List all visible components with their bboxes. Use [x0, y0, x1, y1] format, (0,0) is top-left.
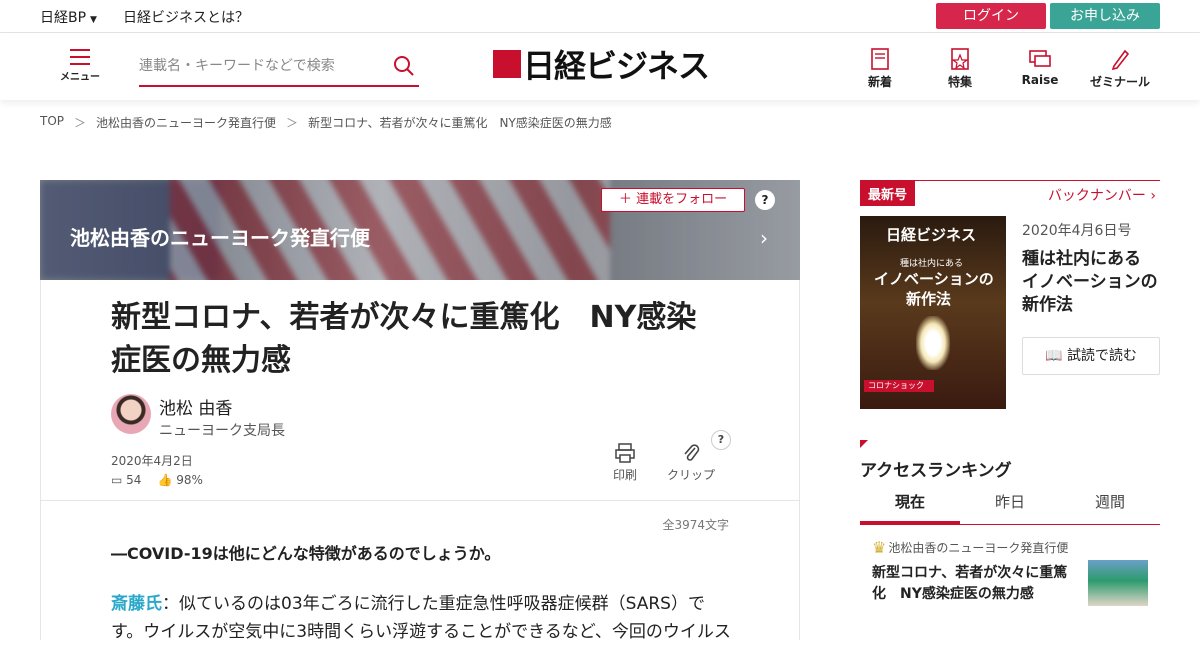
comment-count[interactable]: ▭ 54 — [111, 473, 141, 487]
cover-headline-1: イノベーションの — [874, 270, 994, 288]
follow-label: 連載をフォロー — [636, 192, 728, 207]
chevron-down-icon: ▼ — [90, 15, 97, 25]
breadcrumb-separator: ＞ — [74, 116, 87, 130]
like-rate[interactable]: 👍 98% — [157, 473, 202, 487]
article: 新型コロナ、若者が次々に重篤化 NY感染症医の無力感 池松 由香 ニューヨーク支… — [40, 280, 800, 642]
star-doc-icon — [951, 48, 969, 70]
nav-new-label: 新着 — [867, 75, 892, 89]
nav-raise-label: Raise — [1021, 73, 1059, 87]
article-meta: 2020年4月2日 ▭ 54 👍 98% — [111, 452, 203, 487]
site-header: メニュー 連載名・キーワードなどで検索 日経ビジネス 新着 特集 Raise ゼ… — [0, 33, 1200, 100]
ranking-title: アクセスランキング — [860, 461, 1012, 481]
breadcrumb-series[interactable]: 池松由香のニューヨーク発直行便 — [96, 114, 276, 131]
author-name[interactable]: 池松 由香 — [159, 394, 285, 419]
login-button[interactable]: ログイン — [936, 3, 1046, 29]
backnumber-link[interactable]: バックナンバー › — [1048, 185, 1156, 205]
menu-label: メニュー — [60, 72, 100, 83]
nav-seminar-label: ゼミナール — [1089, 75, 1150, 89]
print-button[interactable]: 印刷 — [613, 442, 637, 483]
header-nav: 新着 特集 Raise ゼミナール — [840, 47, 1160, 90]
interview-answer: 斎藤氏：似ているのは03年ごろに流行した重症急性呼吸器症候群（SARS）です。ウ… — [111, 590, 731, 646]
cover-logo: 日経ビジネス — [886, 226, 977, 244]
chevron-right-icon[interactable]: › — [760, 226, 768, 250]
logo-text: 日経ビジネス — [523, 47, 710, 85]
latest-issue-header: 最新号 バックナンバー › — [860, 180, 1160, 206]
sidebar: 最新号 バックナンバー › 日経ビジネス 種は社内にある イノベーションの 新作… — [860, 180, 1160, 606]
clip-label: クリップ — [667, 468, 716, 482]
thumbs-up-icon: 👍 — [157, 473, 177, 487]
new-doc-icon — [871, 48, 889, 70]
cover-art — [916, 316, 950, 370]
interview-question: ―COVID-19は他にどんな特徴があるのでしょうか。 — [111, 544, 501, 563]
char-count: 全3974文字 — [662, 518, 729, 532]
latest-tag: 最新号 — [860, 181, 916, 206]
speaker-name[interactable]: 斎藤氏 — [111, 594, 162, 614]
clip-help-icon[interactable]: ? — [711, 430, 731, 450]
divider — [41, 500, 799, 501]
nav-seminar[interactable]: ゼミナール — [1080, 47, 1160, 90]
nav-feature-label: 特集 — [947, 75, 972, 89]
pen-icon — [1111, 49, 1130, 71]
breadcrumb-current: 新型コロナ、若者が次々に重篤化 NY感染症医の無力感 — [308, 116, 612, 130]
about-link[interactable]: 日経ビジネスとは？ — [123, 7, 249, 27]
nav-feature[interactable]: 特集 — [920, 47, 1000, 90]
search-input[interactable]: 連載名・キーワードなどで検索 — [139, 53, 419, 79]
ranking-series: 池松由香のニューヨーク発直行便 — [888, 541, 1069, 555]
search-box[interactable]: 連載名・キーワードなどで検索 — [139, 53, 419, 87]
cover-headline-2: 新作法 — [906, 290, 952, 308]
nav-raise[interactable]: Raise — [1000, 47, 1080, 90]
author-role: ニューヨーク支局長 — [159, 423, 285, 439]
follow-series-button[interactable]: ＋ 連載をフォロー — [601, 188, 745, 212]
cover-band: コロナショック — [864, 380, 934, 392]
author-block[interactable]: 池松 由香 ニューヨーク支局長 — [111, 394, 285, 440]
chat-icon — [1029, 50, 1051, 67]
hamburger-icon — [70, 49, 90, 65]
ranking-item[interactable]: ♛ 池松由香のニューヨーク発直行便 新型コロナ、若者が次々に重篤化 NY感染症医の… — [872, 538, 1160, 606]
brand-menu[interactable]: 日経BP ▼ — [40, 7, 97, 27]
breadcrumb: TOP ＞ 池松由香のニューヨーク発直行便 ＞ 新型コロナ、若者が次々に重篤化 … — [40, 114, 612, 131]
search-icon[interactable] — [393, 55, 415, 77]
book-icon: 📖 — [1045, 348, 1067, 364]
ranking-marker — [860, 440, 868, 448]
ranking-thumbnail — [1088, 560, 1148, 606]
breadcrumb-top[interactable]: TOP — [40, 114, 64, 131]
article-title: 新型コロナ、若者が次々に重篤化 NY感染症医の無力感 — [111, 300, 697, 378]
issue-date: 2020年4月6日号 — [1022, 223, 1132, 239]
comment-icon: ▭ — [111, 473, 127, 487]
series-banner[interactable]: 池松由香のニューヨーク発直行便 ＋ 連載をフォロー ? › — [40, 180, 800, 280]
menu-button[interactable]: メニュー — [58, 49, 102, 83]
article-tools: 印刷 クリップ ? — [613, 430, 731, 483]
tab-weekly[interactable]: 週間 — [1060, 490, 1160, 524]
paperclip-icon — [684, 444, 700, 461]
answer-text: ：似ているのは03年ごろに流行した重症急性呼吸器症候群（SARS）です。ウイルス… — [111, 594, 731, 642]
top-bar: 日経BP ▼ 日経ビジネスとは？ ログイン お申し込み — [0, 0, 1200, 33]
trial-label: 試読で読む — [1066, 348, 1137, 364]
ranking-title-text: 新型コロナ、若者が次々に重篤化 NY感染症医の無力感 — [872, 565, 1068, 602]
plus-icon: ＋ — [618, 192, 637, 207]
publish-date: 2020年4月2日 — [111, 454, 193, 468]
avatar — [111, 394, 151, 434]
magazine-cover[interactable]: 日経ビジネス 種は社内にある イノベーションの 新作法 コロナショック — [860, 216, 1006, 409]
tab-yesterday[interactable]: 昨日 — [960, 490, 1060, 524]
tab-current[interactable]: 現在 — [860, 490, 960, 524]
site-logo[interactable]: 日経ビジネス — [493, 46, 710, 85]
print-label: 印刷 — [613, 468, 638, 482]
ranking-tabs: 現在 昨日 週間 — [860, 490, 1160, 525]
trial-read-button[interactable]: 📖 試読で読む — [1022, 337, 1160, 375]
apply-button[interactable]: お申し込み — [1050, 3, 1160, 29]
nav-new[interactable]: 新着 — [840, 47, 920, 90]
printer-icon — [615, 443, 635, 463]
issue-title[interactable]: 種は社内にある イノベーションの新作法 — [1022, 248, 1160, 317]
crown-icon: ♛ — [872, 538, 887, 557]
logo-mark — [493, 50, 521, 78]
breadcrumb-separator: ＞ — [286, 116, 299, 130]
follow-help-icon[interactable]: ? — [755, 190, 775, 210]
clip-button[interactable]: クリップ — [667, 442, 715, 483]
series-title[interactable]: 池松由香のニューヨーク発直行便 — [70, 222, 370, 251]
